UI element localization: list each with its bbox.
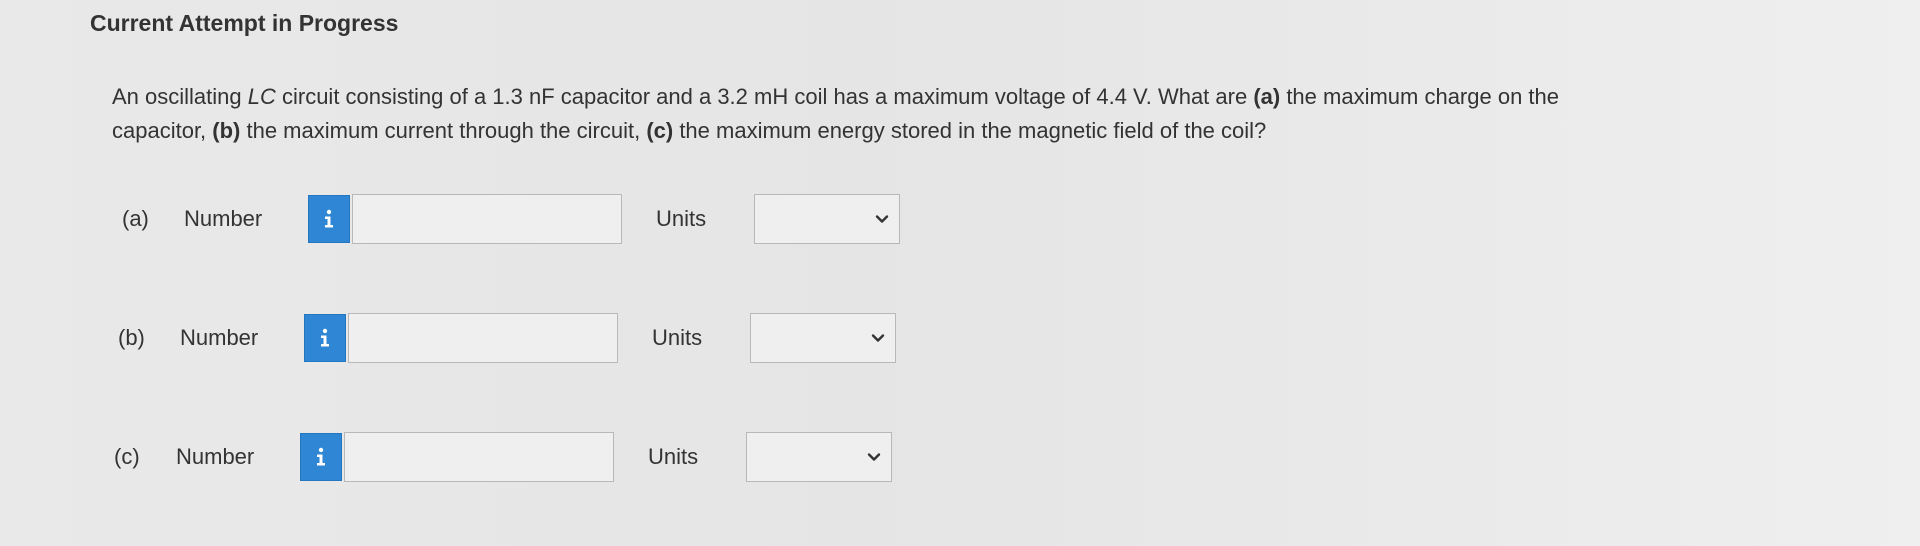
info-button[interactable] [300,433,342,481]
question-segment: An oscillating [112,84,248,109]
info-button[interactable] [304,314,346,362]
info-icon [321,328,329,347]
question-segment: the maximum energy stored in the magneti… [673,118,1267,143]
answer-row-b: (b) Number Units [118,313,896,363]
question-text: An oscillating LC circuit consisting of … [112,80,1572,148]
number-input-a[interactable] [352,194,622,244]
chevron-down-icon [871,334,885,342]
chevron-down-icon [867,453,881,461]
units-label: Units [656,206,707,231]
number-label: Number [176,444,255,469]
units-select-c[interactable] [746,432,892,482]
number-input-b[interactable] [348,313,618,363]
units-label: Units [648,444,699,469]
attempt-status-heading: Current Attempt in Progress [90,10,399,36]
question-segment: circuit consisting of a 1.3 nF capacitor… [275,84,1254,109]
question-segment-italic: LC [247,84,276,109]
chevron-down-icon [875,215,889,223]
question-part-a-marker: (a) [1253,84,1281,109]
part-a-label: (a) [122,206,149,231]
answer-row-c: (c) Number Units [114,432,892,482]
question-part-c-marker: (c) [646,118,674,143]
number-input-c[interactable] [344,432,614,482]
question-segment: the maximum current through the circuit, [240,118,647,143]
info-icon [317,447,325,466]
question-part-b-marker: (b) [212,118,241,143]
answer-row-a: (a) Number Units [122,194,900,244]
part-c-label: (c) [114,444,140,469]
number-label: Number [180,325,259,350]
units-label: Units [652,325,703,350]
units-select-a[interactable] [754,194,900,244]
info-button[interactable] [308,195,350,243]
part-b-label: (b) [118,325,145,350]
units-select-b[interactable] [750,313,896,363]
info-icon [325,209,333,228]
number-label: Number [184,206,263,231]
